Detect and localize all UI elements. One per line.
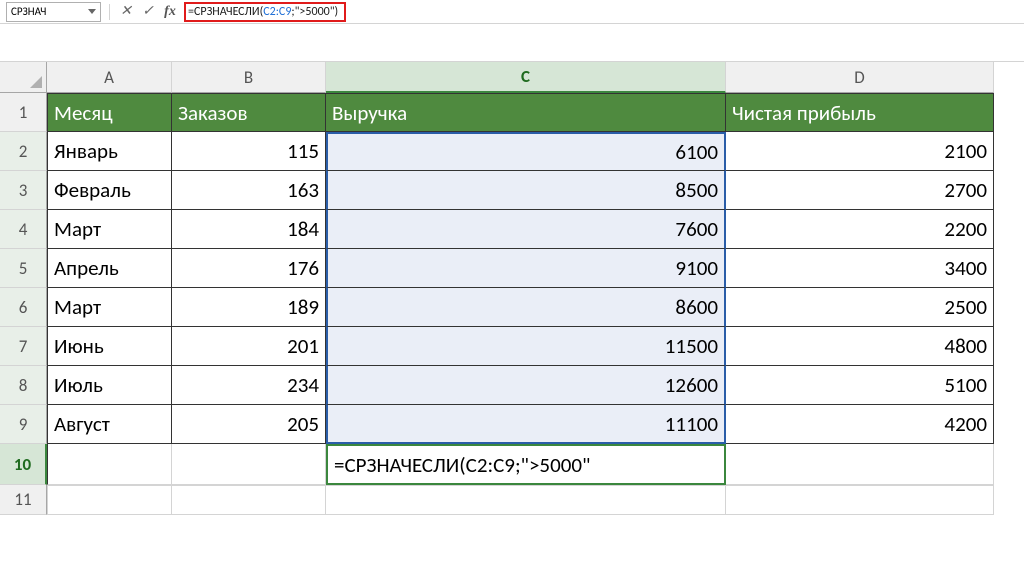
cell[interactable]: Февраль [47,171,172,210]
row-header[interactable]: 3 [0,171,47,210]
chevron-down-icon[interactable] [88,9,96,14]
cell[interactable]: 234 [172,366,326,405]
table-row: 3 Февраль 163 8500 2700 [0,171,994,210]
separator [109,4,110,20]
table-row: 7 Июнь 201 11500 4800 [0,327,994,366]
cell-blank[interactable] [726,485,994,515]
row-header[interactable]: 6 [0,288,47,327]
table-row: 1 Месяц Заказов Выручка Чистая прибыль [0,93,994,132]
table-row: 4 Март 184 7600 2200 [0,210,994,249]
cell-selected[interactable]: 9100 [326,249,726,288]
cell-blank[interactable] [326,485,726,515]
formula-text: =СРЗНАЧЕСЛИ(C2:C9;">5000") [188,5,338,19]
cell[interactable]: Июль [47,366,172,405]
cell-selected[interactable]: 8600 [326,288,726,327]
cell-selected[interactable]: 11100 [326,405,726,444]
cell-selected[interactable]: 7600 [326,210,726,249]
name-box-value: СРЗНАЧ [11,5,46,18]
spreadsheet-grid: A B C D 1 Месяц Заказов Выручка Чистая п… [0,62,1024,515]
table-row: 9 Август 205 11100 4200 [0,405,994,444]
header-cell[interactable]: Выручка [326,93,726,132]
col-header-A[interactable]: A [47,62,172,93]
cell[interactable]: Июнь [47,327,172,366]
cell[interactable]: 2500 [726,288,994,327]
table-row: 8 Июль 234 12600 5100 [0,366,994,405]
table-row: 2 Январь 115 6100 2100 [0,132,994,171]
row-header[interactable]: 9 [0,405,47,444]
cell-blank[interactable] [47,444,172,485]
header-cell[interactable]: Чистая прибыль [726,93,994,132]
cell[interactable]: 184 [172,210,326,249]
table-row: 5 Апрель 176 9100 3400 [0,249,994,288]
select-all-corner[interactable] [0,62,47,93]
cell[interactable]: 4200 [726,405,994,444]
enter-icon[interactable]: ✓ [140,4,156,20]
cell-blank[interactable] [47,485,172,515]
fx-icon[interactable]: fx [162,4,178,20]
row-header[interactable]: 7 [0,327,47,366]
cell[interactable]: 2100 [726,132,994,171]
cell[interactable]: Апрель [47,249,172,288]
row-header[interactable]: 1 [0,93,47,132]
cell-selected[interactable]: 11500 [326,327,726,366]
name-box[interactable]: СРЗНАЧ [6,2,101,22]
cell-selected[interactable]: 8500 [326,171,726,210]
cell-selected[interactable]: 6100 [326,132,726,171]
row-header[interactable]: 5 [0,249,47,288]
formula-bar: СРЗНАЧ ✕ ✓ fx =СРЗНАЧЕСЛИ(C2:C9;">5000") [0,0,1024,24]
cell[interactable]: 3400 [726,249,994,288]
cell-blank[interactable] [172,485,326,515]
cell-selected[interactable]: 12600 [326,366,726,405]
cell[interactable]: 115 [172,132,326,171]
row-header[interactable]: 11 [0,485,47,515]
row-header[interactable]: 8 [0,366,47,405]
header-cell[interactable]: Месяц [47,93,172,132]
cell[interactable]: 176 [172,249,326,288]
row-header[interactable]: 2 [0,132,47,171]
editing-cell[interactable]: =СРЗНАЧЕСЛИ(C2:C9;">5000" [326,444,726,485]
cell-blank[interactable] [726,444,994,485]
cell[interactable]: 4800 [726,327,994,366]
table-row: 11 [0,485,994,515]
cell[interactable]: Январь [47,132,172,171]
ribbon-spacer [0,24,1024,62]
col-header-B[interactable]: B [172,62,326,93]
grid-body: 1 Месяц Заказов Выручка Чистая прибыль 2… [0,93,994,515]
cell[interactable]: 5100 [726,366,994,405]
cell[interactable]: 163 [172,171,326,210]
formula-input-highlight[interactable]: =СРЗНАЧЕСЛИ(C2:C9;">5000") [184,2,346,22]
cell[interactable]: 201 [172,327,326,366]
cell[interactable]: Март [47,210,172,249]
row-header[interactable]: 4 [0,210,47,249]
cell[interactable]: 205 [172,405,326,444]
cell[interactable]: Март [47,288,172,327]
col-header-C[interactable]: C [326,62,726,93]
cell[interactable]: 2200 [726,210,994,249]
cancel-icon[interactable]: ✕ [118,4,134,20]
column-headers: A B C D [47,62,994,93]
cell[interactable]: Август [47,405,172,444]
table-row: 6 Март 189 8600 2500 [0,288,994,327]
cell[interactable]: 2700 [726,171,994,210]
col-header-D[interactable]: D [726,62,994,93]
cell[interactable]: 189 [172,288,326,327]
header-cell[interactable]: Заказов [172,93,326,132]
cell-blank[interactable] [172,444,326,485]
row-header-active[interactable]: 10 [0,444,47,485]
table-row: 10 =СРЗНАЧЕСЛИ(C2:C9;">5000" [0,444,994,485]
